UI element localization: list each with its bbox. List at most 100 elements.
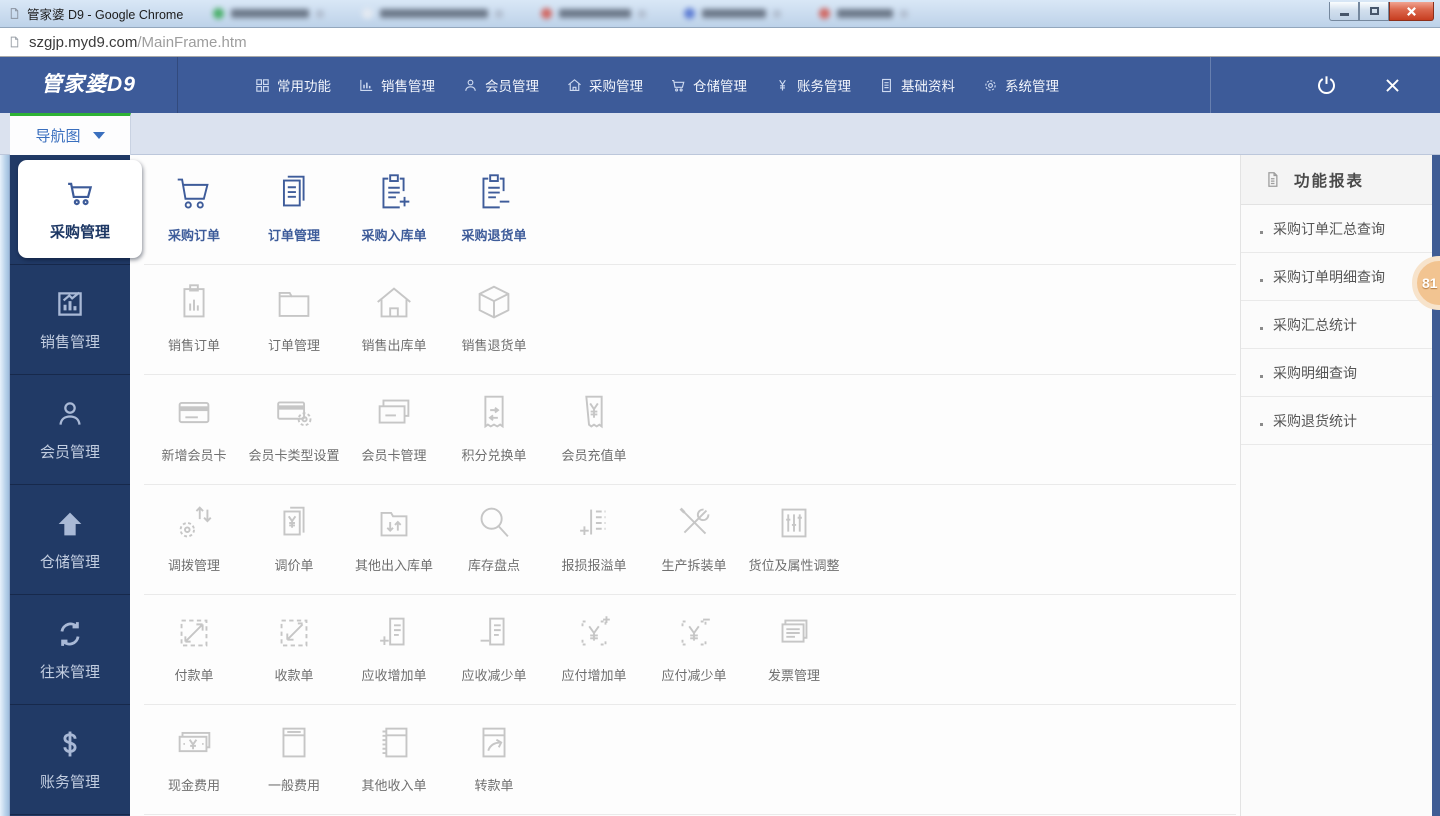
function-tile[interactable]: 销售出库单 — [344, 265, 444, 375]
ledger-plus-icon — [571, 500, 617, 546]
report-list-item[interactable]: 采购订单明细查询 — [1241, 253, 1432, 301]
header-nav-item[interactable]: 会员管理 — [462, 75, 539, 95]
report-list: 采购订单汇总查询采购订单明细查询采购汇总统计采购明细查询采购退货统计 — [1241, 205, 1432, 445]
function-group-row: 销售订单订单管理销售出库单销售退货单 — [130, 265, 1240, 375]
clipboard-bars-icon — [171, 280, 217, 326]
docs-icon — [271, 170, 317, 216]
sidebar-item[interactable]: 账务管理 — [10, 705, 130, 815]
search-icon — [471, 500, 517, 546]
tile-label: 调价单 — [274, 555, 313, 574]
window-controls — [1329, 2, 1434, 21]
doc-icon — [878, 77, 895, 94]
header-nav-item[interactable]: 常用功能 — [254, 75, 331, 95]
function-tile[interactable]: 付款单 — [144, 595, 244, 705]
tile-label: 现金费用 — [168, 775, 220, 794]
nav-label: 账务管理 — [797, 75, 851, 95]
page-body: 采购管理销售管理会员管理仓储管理往来管理账务管理 采购订单订单管理采购入库单采购… — [0, 155, 1440, 816]
function-tile[interactable]: 应收增加单 — [344, 595, 444, 705]
nav-label: 会员管理 — [485, 75, 539, 95]
function-tile[interactable]: 发票管理 — [744, 595, 844, 705]
tile-label: 订单管理 — [268, 225, 320, 244]
ghost-tab — [362, 5, 503, 22]
page-icon — [8, 6, 21, 21]
page-icon — [8, 34, 21, 50]
sliders-icon — [771, 500, 817, 546]
close-window-button[interactable] — [1389, 2, 1434, 21]
url-text: szgjp.myd9.com/MainFrame.htm — [29, 34, 247, 51]
function-tile[interactable]: 报损报溢单 — [544, 485, 644, 595]
window-right-edge — [1432, 155, 1440, 816]
close-icon[interactable] — [1383, 76, 1402, 95]
sidebar-item-label: 账务管理 — [40, 771, 100, 792]
function-tile[interactable]: 采购入库单 — [344, 155, 444, 265]
function-tile[interactable]: 其他收入单 — [344, 705, 444, 815]
header-nav-item[interactable]: 系统管理 — [982, 75, 1059, 95]
sidebar-item[interactable]: 会员管理 — [10, 375, 130, 485]
nav-label: 系统管理 — [1005, 75, 1059, 95]
header-nav-item[interactable]: 账务管理 — [774, 75, 851, 95]
sidebar-item[interactable]: 往来管理 — [10, 595, 130, 705]
function-group-row: 采购订单订单管理 采购入库单采购退货单 — [130, 155, 1240, 265]
tile-label: 收款单 — [274, 665, 313, 684]
tile-label: 报损报溢单 — [561, 555, 626, 574]
sidebar-item[interactable]: 销售管理 — [10, 265, 130, 375]
header-nav-item[interactable]: 仓储管理 — [670, 75, 747, 95]
function-tile[interactable]: 其他出入库单 — [344, 485, 444, 595]
function-tile[interactable]: 收款单 — [244, 595, 344, 705]
report-list-item[interactable]: 采购汇总统计 — [1241, 301, 1432, 349]
arrows-in-icon — [271, 610, 317, 656]
report-list-item[interactable]: 采购明细查询 — [1241, 349, 1432, 397]
header-nav-item[interactable]: 销售管理 — [358, 75, 435, 95]
maximize-button[interactable] — [1359, 2, 1389, 21]
function-tile[interactable]: 采购退货单 — [444, 155, 544, 265]
function-tile[interactable]: 订单管理 — [244, 155, 344, 265]
minimize-button[interactable] — [1329, 2, 1359, 21]
header-nav-item[interactable]: 基础资料 — [878, 75, 955, 95]
function-tile[interactable]: 积分兑换单 — [444, 375, 544, 485]
home-icon — [566, 77, 583, 94]
function-tile[interactable]: 会员充值单 — [544, 375, 644, 485]
function-tile[interactable]: 采购订单 — [144, 155, 244, 265]
report-list-item[interactable]: 采购退货统计 — [1241, 397, 1432, 445]
function-tile[interactable]: 会员卡管理 — [344, 375, 444, 485]
function-tile[interactable]: 新增会员卡 — [144, 375, 244, 485]
header-nav-item[interactable]: 采购管理 — [566, 75, 643, 95]
address-bar[interactable]: szgjp.myd9.com/MainFrame.htm — [0, 28, 1440, 57]
sidebar-item-label: 仓储管理 — [40, 551, 100, 572]
report-list-item[interactable]: 采购订单汇总查询 — [1241, 205, 1432, 253]
sidebar-item[interactable]: 仓储管理 — [10, 485, 130, 595]
tile-label: 会员卡管理 — [361, 445, 426, 464]
function-tile[interactable]: 应付增加单 — [544, 595, 644, 705]
function-tile[interactable]: 生产拆装单 — [644, 485, 744, 595]
sidebar-item[interactable]: 采购管理 — [10, 155, 130, 265]
function-tile[interactable]: 一般费用 — [244, 705, 344, 815]
header-actions — [1210, 57, 1440, 113]
sidebar-item-label: 往来管理 — [40, 661, 100, 682]
function-tile[interactable]: 调拨管理 — [144, 485, 244, 595]
function-tile[interactable]: 应收减少单 — [444, 595, 544, 705]
function-tile[interactable]: 会员卡类型设置 — [244, 375, 344, 485]
function-tile[interactable]: 销售退货单 — [444, 265, 544, 375]
function-tile[interactable]: 销售订单 — [144, 265, 244, 375]
tab-navigation-map[interactable]: 导航图 — [10, 113, 131, 155]
function-tile[interactable]: 转款单 — [444, 705, 544, 815]
function-group-row: 现金费用 一般费用其他收入单转款单 — [130, 705, 1240, 815]
tile-label: 销售退货单 — [461, 335, 526, 354]
url-path: /MainFrame.htm — [137, 34, 246, 51]
yen-minus-icon — [671, 610, 717, 656]
report-panel-title: 功能报表 — [1294, 169, 1364, 191]
power-icon[interactable] — [1314, 73, 1339, 98]
function-tile[interactable]: 订单管理 — [244, 265, 344, 375]
tile-label: 库存盘点 — [468, 555, 520, 574]
function-tile[interactable]: 调价单 — [244, 485, 344, 595]
function-tile[interactable]: 库存盘点 — [444, 485, 544, 595]
function-tile[interactable]: 现金费用 — [144, 705, 244, 815]
ghost-tab — [684, 5, 781, 22]
doc-minus-icon — [471, 610, 517, 656]
function-tile[interactable]: 应付减少单 — [644, 595, 744, 705]
card-gear-icon — [271, 390, 317, 436]
function-tile[interactable]: 货位及属性调整 — [744, 485, 844, 595]
tile-label: 应付减少单 — [661, 665, 726, 684]
tile-label: 其他出入库单 — [355, 555, 433, 574]
browser-window: 管家婆 D9 - Google Chrome szgjp.myd9.com/Ma… — [0, 0, 1440, 816]
